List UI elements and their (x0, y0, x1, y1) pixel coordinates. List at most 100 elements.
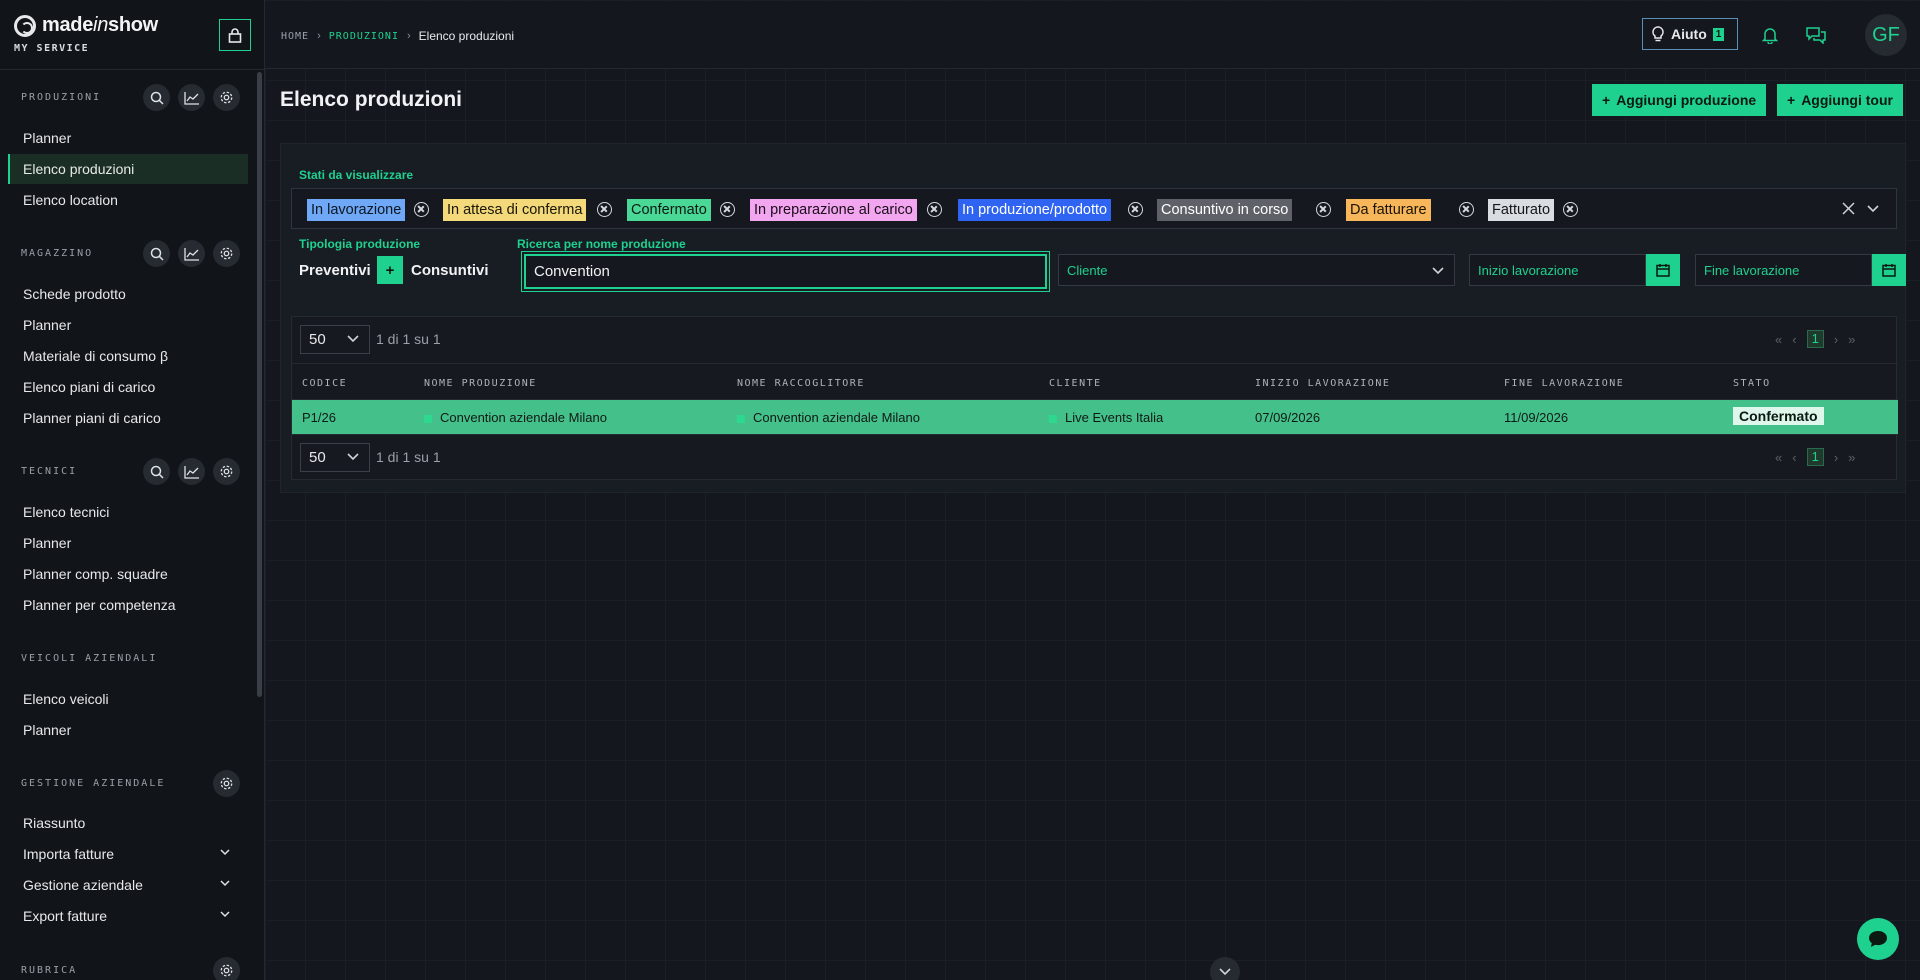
sidebar-item-planner-veicoli[interactable]: Planner (8, 715, 248, 745)
breadcrumb-home[interactable]: HOME (281, 31, 309, 42)
col-nome-produzione[interactable]: NOME PRODUZIONE (424, 378, 537, 389)
cell-name-text: Convention aziendale Milano (440, 410, 607, 425)
sidebar-item-riassunto[interactable]: Riassunto (8, 808, 248, 838)
settings-button[interactable] (213, 458, 240, 485)
bell-icon (1761, 28, 1779, 45)
cell-client[interactable]: Live Events Italia (1049, 410, 1163, 425)
breadcrumb-produzioni[interactable]: PRODUZIONI (329, 31, 399, 42)
lock-sidebar-button[interactable] (219, 19, 251, 51)
pagination-top: 50 1 di 1 su 1 « ‹ 1 › » (292, 317, 1898, 363)
col-inizio[interactable]: INIZIO LAVORAZIONE (1255, 378, 1390, 389)
avatar[interactable]: GF (1865, 14, 1907, 56)
start-date-calendar-button[interactable] (1646, 254, 1680, 286)
last-page-icon[interactable]: » (1848, 450, 1855, 465)
col-fine[interactable]: FINE LAVORAZIONE (1504, 378, 1624, 389)
page-size-select[interactable]: 50 (300, 443, 370, 472)
chevron-down-icon[interactable] (1867, 205, 1879, 213)
first-page-icon[interactable]: « (1775, 450, 1782, 465)
col-cliente[interactable]: CLIENTE (1049, 378, 1102, 389)
help-button[interactable]: Aiuto 1 (1642, 18, 1738, 50)
scroll-down-button[interactable] (1210, 957, 1240, 980)
trend-chart-icon (183, 247, 199, 261)
remove-chip-icon[interactable] (1563, 202, 1578, 217)
clear-icon[interactable] (1842, 202, 1855, 215)
remove-chip-icon[interactable] (720, 202, 735, 217)
page-size-value: 50 (309, 449, 326, 466)
last-page-icon[interactable]: » (1848, 332, 1855, 347)
chevron-down-icon (347, 335, 359, 343)
sidebar-item-planner[interactable]: Planner (8, 123, 248, 153)
remove-chip-icon[interactable] (1459, 202, 1474, 217)
stats-button[interactable] (178, 458, 205, 485)
client-select[interactable]: Cliente (1058, 254, 1455, 286)
stats-button[interactable] (178, 240, 205, 267)
settings-button[interactable] (213, 770, 240, 797)
sidebar-item-planner-piani-carico[interactable]: Planner piani di carico (8, 403, 248, 433)
remove-chip-icon[interactable] (414, 202, 429, 217)
sidebar-item-export-fatture[interactable]: Export fatture (8, 901, 248, 931)
cell-collector[interactable]: Convention aziendale Milano (737, 410, 920, 425)
col-nome-raccoglitore[interactable]: NOME RACCOGLITORE (737, 378, 865, 389)
states-multiselect[interactable]: In lavorazione In attesa di conferma Con… (291, 188, 1897, 229)
next-page-icon[interactable]: › (1834, 450, 1838, 465)
prev-page-icon[interactable]: ‹ (1792, 450, 1796, 465)
sidebar-item-planner-tecnici[interactable]: Planner (8, 528, 248, 558)
add-tour-button[interactable]: + Aggiungi tour (1777, 84, 1903, 116)
current-page[interactable]: 1 (1806, 448, 1824, 466)
settings-button[interactable] (213, 84, 240, 111)
sidebar-item-schede-prodotto[interactable]: Schede prodotto (8, 279, 248, 309)
col-stato[interactable]: STATO (1733, 378, 1771, 389)
end-date-input[interactable]: Fine lavorazione (1695, 254, 1872, 286)
search-input[interactable] (521, 251, 1050, 292)
type-consuntivi[interactable]: Consuntivi (411, 262, 489, 279)
sidebar-item-elenco-tecnici[interactable]: Elenco tecnici (8, 497, 248, 527)
remove-chip-icon[interactable] (1316, 202, 1331, 217)
cell-name[interactable]: Convention aziendale Milano (424, 410, 607, 425)
start-date-input[interactable]: Inizio lavorazione (1469, 254, 1646, 286)
table-row[interactable]: P1/26 Convention aziendale Milano Conven… (292, 400, 1898, 434)
prev-page-icon[interactable]: ‹ (1792, 332, 1796, 347)
chevron-down-icon (220, 849, 230, 856)
stats-button[interactable] (178, 84, 205, 111)
section-title-gestione: GESTIONE AZIENDALE (21, 778, 166, 789)
search-button[interactable] (143, 84, 170, 111)
col-codice[interactable]: CODICE (302, 378, 347, 389)
remove-chip-icon[interactable] (597, 202, 612, 217)
sidebar-item-elenco-location[interactable]: Elenco location (8, 185, 248, 215)
page-nav: « ‹ 1 › » (1775, 448, 1855, 466)
chat-support-button[interactable] (1857, 918, 1899, 960)
messages-button[interactable] (1805, 26, 1827, 49)
remove-chip-icon[interactable] (1128, 202, 1143, 217)
sidebar-item-materiale-consumo[interactable]: Materiale di consumo β (8, 341, 248, 371)
current-page[interactable]: 1 (1806, 330, 1824, 348)
type-preventivi[interactable]: Preventivi (299, 262, 371, 279)
first-page-icon[interactable]: « (1775, 332, 1782, 347)
sidebar-item-elenco-produzioni[interactable]: Elenco produzioni (8, 154, 248, 184)
sidebar-item-planner-comp-squadre[interactable]: Planner comp. squadre (8, 559, 248, 589)
notifications-button[interactable] (1761, 26, 1779, 49)
sidebar-item-planner-competenza[interactable]: Planner per competenza (8, 590, 248, 620)
sidebar-item-importa-fatture[interactable]: Importa fatture (8, 839, 248, 869)
search-button[interactable] (143, 458, 170, 485)
add-production-button[interactable]: + Aggiungi produzione (1592, 84, 1767, 116)
sidebar-item-planner-magazzino[interactable]: Planner (8, 310, 248, 340)
state-chip-in-produzione: In produzione/prodotto (958, 199, 1112, 221)
brand-logo[interactable]: madeinshow (14, 14, 158, 37)
search-icon (150, 91, 164, 105)
settings-button[interactable] (213, 957, 240, 980)
sidebar-item-elenco-veicoli[interactable]: Elenco veicoli (8, 684, 248, 714)
pagination-bottom: 50 1 di 1 su 1 « ‹ 1 › » (292, 434, 1898, 480)
next-page-icon[interactable]: › (1834, 332, 1838, 347)
settings-button[interactable] (213, 240, 240, 267)
search-icon (150, 247, 164, 261)
search-button[interactable] (143, 240, 170, 267)
type-toggle-button[interactable]: + (377, 256, 403, 284)
section-tools-gestione (213, 770, 240, 797)
sidebar-scrollbar[interactable] (257, 72, 262, 697)
state-chip-in-preparazione: In preparazione al carico (750, 199, 917, 221)
end-date-calendar-button[interactable] (1872, 254, 1906, 286)
remove-chip-icon[interactable] (927, 202, 942, 217)
page-size-select[interactable]: 50 (300, 325, 370, 354)
sidebar-item-elenco-piani-carico[interactable]: Elenco piani di carico (8, 372, 248, 402)
sidebar-item-gestione-aziendale[interactable]: Gestione aziendale (8, 870, 248, 900)
